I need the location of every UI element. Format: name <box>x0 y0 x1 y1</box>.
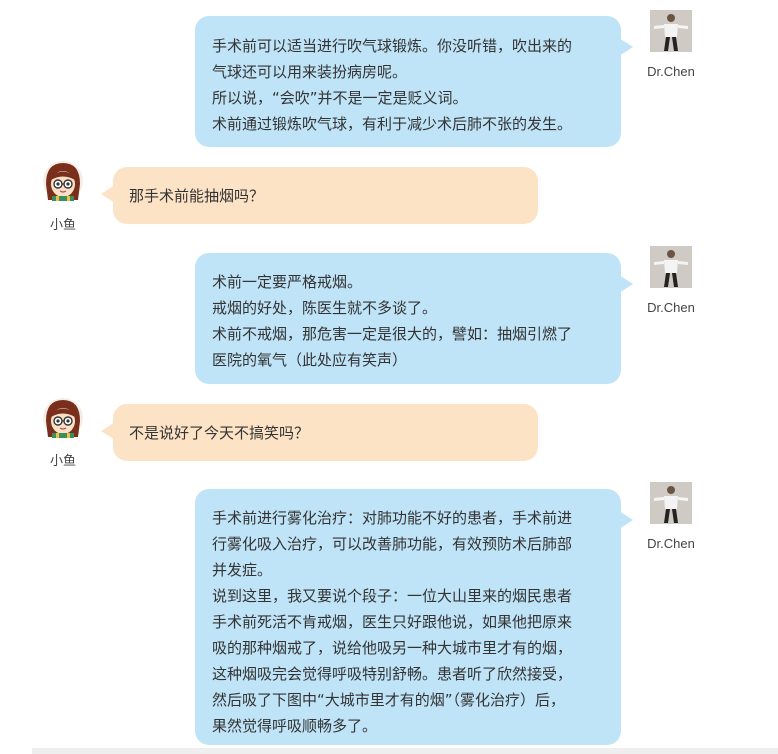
doctor-message-bubble: 手术前可以适当进行吹气球锻炼。你没听错，吹出来的 气球还可以用来装扮病房呢。 所… <box>195 16 633 147</box>
patient-name: 小鱼 <box>49 453 76 468</box>
girl-avatar-icon[interactable] <box>42 160 84 202</box>
message-line: 不是说好了今天不搞笑吗？ <box>129 424 310 442</box>
message-line: 手术前可以适当进行吹气球锻炼。你没听错，吹出来的 <box>212 37 573 55</box>
doctor-name: Dr.Chen <box>647 64 695 79</box>
message-line: 行雾化吸入治疗，可以改善肺功能，有效预防术后肺部 <box>212 535 573 553</box>
message-line: 戒烟的好处，陈医生就不多谈了。 <box>212 299 438 317</box>
message-line: 气球还可以用来装扮病房呢。 <box>212 63 408 81</box>
doctor-photo-icon[interactable] <box>650 482 692 524</box>
doctor-name: Dr.Chen <box>647 536 695 551</box>
message-line: 并发症。 <box>212 561 273 579</box>
message-line: 吸的那种烟戒了，说给他吸另一种大城市里才有的烟， <box>212 639 573 657</box>
message-line: 医院的氧气（此处应有笑声） <box>212 351 408 369</box>
doctor-message-bubble: 手术前进行雾化治疗：对肺功能不好的患者，手术前进 行雾化吸入治疗，可以改善肺功能… <box>195 489 633 745</box>
message-line: 这种烟吸完会觉得呼吸特别舒畅。患者听了欣然接受， <box>212 665 573 683</box>
doctor-name: Dr.Chen <box>647 300 695 315</box>
message-line: 术前不戒烟，那危害一定是很大的，譬如：抽烟引燃了 <box>212 325 573 343</box>
patient-name: 小鱼 <box>49 217 76 232</box>
doctor-photo-icon[interactable] <box>650 246 692 288</box>
doctor-message-bubble: 术前一定要严格戒烟。 戒烟的好处，陈医生就不多谈了。 术前不戒烟，那危害一定是很… <box>195 253 633 384</box>
doctor-photo-icon[interactable] <box>650 10 692 52</box>
girl-avatar-icon[interactable] <box>42 397 84 439</box>
message-line: 说到这里，我又要说个段子：一位大山里来的烟民患者 <box>212 587 573 605</box>
patient-message-bubble: 那手术前能抽烟吗？ <box>101 167 538 224</box>
message-line: 果然觉得呼吸顺畅多了。 <box>212 717 378 735</box>
divider <box>32 748 778 754</box>
message-line: 术前通过锻炼吹气球，有利于减少术后肺不张的发生。 <box>212 115 573 133</box>
message-line: 然后吸了下图中“大城市里才有的烟”（雾化治疗）后， <box>212 691 566 709</box>
patient-message-bubble: 不是说好了今天不搞笑吗？ <box>101 404 538 461</box>
message-line: 所以说，“会吹”并不是一定是贬义词。 <box>212 89 468 107</box>
message-line: 那手术前能抽烟吗？ <box>129 187 265 205</box>
message-line: 手术前死活不肯戒烟，医生只好跟他说，如果他把原来 <box>212 613 573 631</box>
message-line: 术前一定要严格戒烟。 <box>212 273 363 291</box>
message-line: 手术前进行雾化治疗：对肺功能不好的患者，手术前进 <box>212 509 573 527</box>
